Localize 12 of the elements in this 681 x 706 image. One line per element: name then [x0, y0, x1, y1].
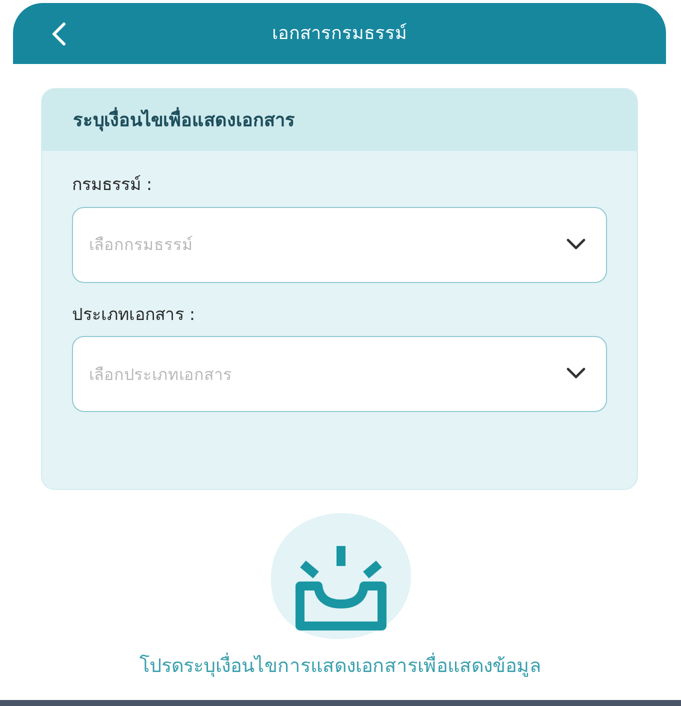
- select-field[interactable]: เลือกประเภทเอกสาร: [72, 336, 607, 412]
- back-icon: [51, 20, 67, 46]
- empty-inbox-icon: [270, 512, 412, 640]
- select-field[interactable]: เลือกกรมธรรม์: [72, 206, 607, 282]
- field-label: กรมธรรม์ :: [72, 174, 152, 197]
- back-button[interactable]: [51, 20, 67, 46]
- card-title: ระบุเงื่อนไขเพื่อแสดงเอกสาร: [73, 106, 295, 134]
- empty-message: โปรดระบุเงื่อนไขการแสดงเอกสารเพื่อแสดงข้อมูล: [140, 652, 542, 680]
- page-title: เอกสารกรมธรรม์: [272, 22, 407, 46]
- field-label: ประเภทเอกสาร :: [72, 304, 196, 326]
- chevron-down-icon: [566, 367, 586, 380]
- chevron-down-icon: [566, 238, 586, 250]
